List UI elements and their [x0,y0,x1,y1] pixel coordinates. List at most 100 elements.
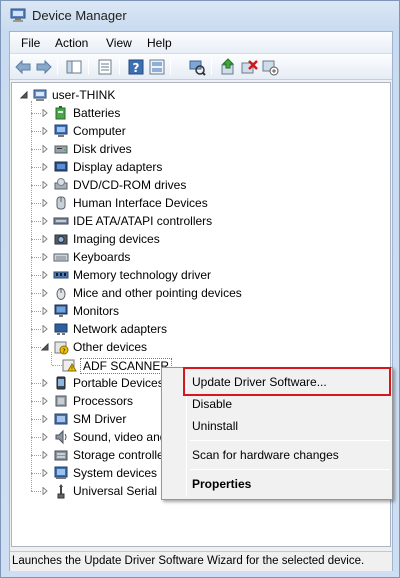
tree-connector [31,203,41,204]
tree-connector [31,419,41,420]
tree-connector [31,239,41,240]
expand-arrow-icon[interactable] [41,199,49,207]
expand-arrow-icon[interactable] [41,271,49,279]
collapse-arrow-icon[interactable] [41,343,49,351]
collapse-arrow-icon[interactable] [20,91,28,99]
back-arrow-icon[interactable] [14,58,32,76]
tree-category-label: Monitors [73,304,120,318]
tree-connector [51,352,52,365]
tree-category-node[interactable]: Monitors [41,302,381,320]
tree-root-node[interactable]: user-THINK [20,86,220,104]
show-hide-console-tree-icon[interactable] [65,58,83,76]
context-menu-item-update-driver-software[interactable]: Update Driver Software... [192,375,327,389]
tree-category-label: Batteries [73,106,121,120]
tree-connector [31,113,41,114]
toolbar-separator [170,59,171,75]
update-driver-icon[interactable] [219,58,237,76]
expand-arrow-icon[interactable] [41,145,49,153]
expand-arrow-icon[interactable] [41,253,49,261]
tree-connector [31,491,41,492]
properties-icon[interactable] [96,58,114,76]
expand-arrow-icon[interactable] [41,433,49,441]
context-menu-separator [190,469,390,470]
tree-category-node[interactable]: Display adapters [41,158,381,176]
tree-category-node[interactable]: Batteries [41,104,381,122]
usb-icon [57,484,65,499]
tree-connector [31,185,41,186]
svg-text:?: ? [133,61,140,75]
scan-hardware-icon[interactable] [188,58,206,76]
expand-arrow-icon[interactable] [41,415,49,423]
context-menu-item-properties[interactable]: Properties [192,477,251,491]
portable-device-icon [56,376,66,390]
context-menu-item-uninstall[interactable]: Uninstall [192,419,238,433]
tree-category-node[interactable]: ? Other devices [41,338,381,356]
tree-connector [31,131,41,132]
uninstall-icon[interactable] [240,58,258,76]
context-menu-separator [190,440,390,441]
expand-arrow-icon[interactable] [41,289,49,297]
menu-action[interactable]: Action [52,36,91,50]
menu-file[interactable]: File [18,36,43,50]
tree-category-node[interactable]: DVD/CD-ROM drives [41,176,381,194]
hid-icon [56,196,66,210]
expand-arrow-icon[interactable] [41,181,49,189]
expand-arrow-icon[interactable] [41,307,49,315]
expand-arrow-icon[interactable] [41,235,49,243]
expand-arrow-icon[interactable] [41,163,49,171]
computer-icon [54,124,68,137]
tree-category-node[interactable]: Memory technology driver [41,266,381,284]
expand-arrow-icon[interactable] [41,487,49,495]
tree-category-node[interactable]: Imaging devices [41,230,381,248]
network-adapter-icon [54,323,68,335]
device-panel-icon[interactable] [148,58,166,76]
expand-arrow-icon[interactable] [41,325,49,333]
expand-arrow-icon[interactable] [41,451,49,459]
tree-category-label: Mice and other pointing devices [73,286,242,300]
tree-connector [31,437,41,438]
tree-category-label: System devices [73,466,158,480]
battery-icon [55,106,66,120]
tree-connector [31,167,41,168]
tree-category-node[interactable]: Keyboards [41,248,381,266]
tree-category-node[interactable]: Mice and other pointing devices [41,284,381,302]
context-menu-gutter [186,370,187,497]
tree-connector [31,401,41,402]
camera-icon [54,234,68,245]
tree-category-node[interactable]: IDE ATA/ATAPI controllers [41,212,381,230]
tree-connector [31,473,41,474]
tree-connector [31,221,41,222]
tree-category-node[interactable]: Disk drives [41,140,381,158]
forward-arrow-icon[interactable] [35,58,53,76]
tree-category-label: Portable Devices [73,376,164,390]
tree-connector [31,257,41,258]
context-menu-item-disable[interactable]: Disable [192,397,232,411]
tree-category-node[interactable]: Network adapters [41,320,381,338]
expand-arrow-icon[interactable] [41,127,49,135]
tree-connector [31,329,41,330]
menu-help[interactable]: Help [144,36,175,50]
expand-arrow-icon[interactable] [41,469,49,477]
expand-arrow-icon[interactable] [41,397,49,405]
tree-connector [31,347,41,348]
toolbar-separator [211,59,212,75]
expand-arrow-icon[interactable] [41,379,49,387]
context-menu-item-scan-for-hardware-changes[interactable]: Scan for hardware changes [192,448,339,462]
status-text: Launches the Update Driver Software Wiza… [12,555,365,567]
sound-icon [55,429,67,445]
tree-category-label: SM Driver [73,412,127,426]
tree-category-label: Keyboards [73,250,131,264]
expand-arrow-icon[interactable] [41,217,49,225]
expand-arrow-icon[interactable] [41,109,49,117]
tree-category-node[interactable]: Human Interface Devices [41,194,381,212]
title-bar[interactable]: Device Manager [1,1,399,31]
tree-category-label: Memory technology driver [73,268,212,282]
disable-device-icon[interactable] [261,58,279,76]
help-icon[interactable]: ? [127,58,145,76]
tree-category-node[interactable]: Computer [41,122,381,140]
disk-drive-icon [54,145,68,154]
toolbar: ? [10,54,392,80]
menu-view[interactable]: View [103,36,135,50]
sm-driver-icon [54,413,68,425]
tree-category-label: Disk drives [73,142,132,156]
